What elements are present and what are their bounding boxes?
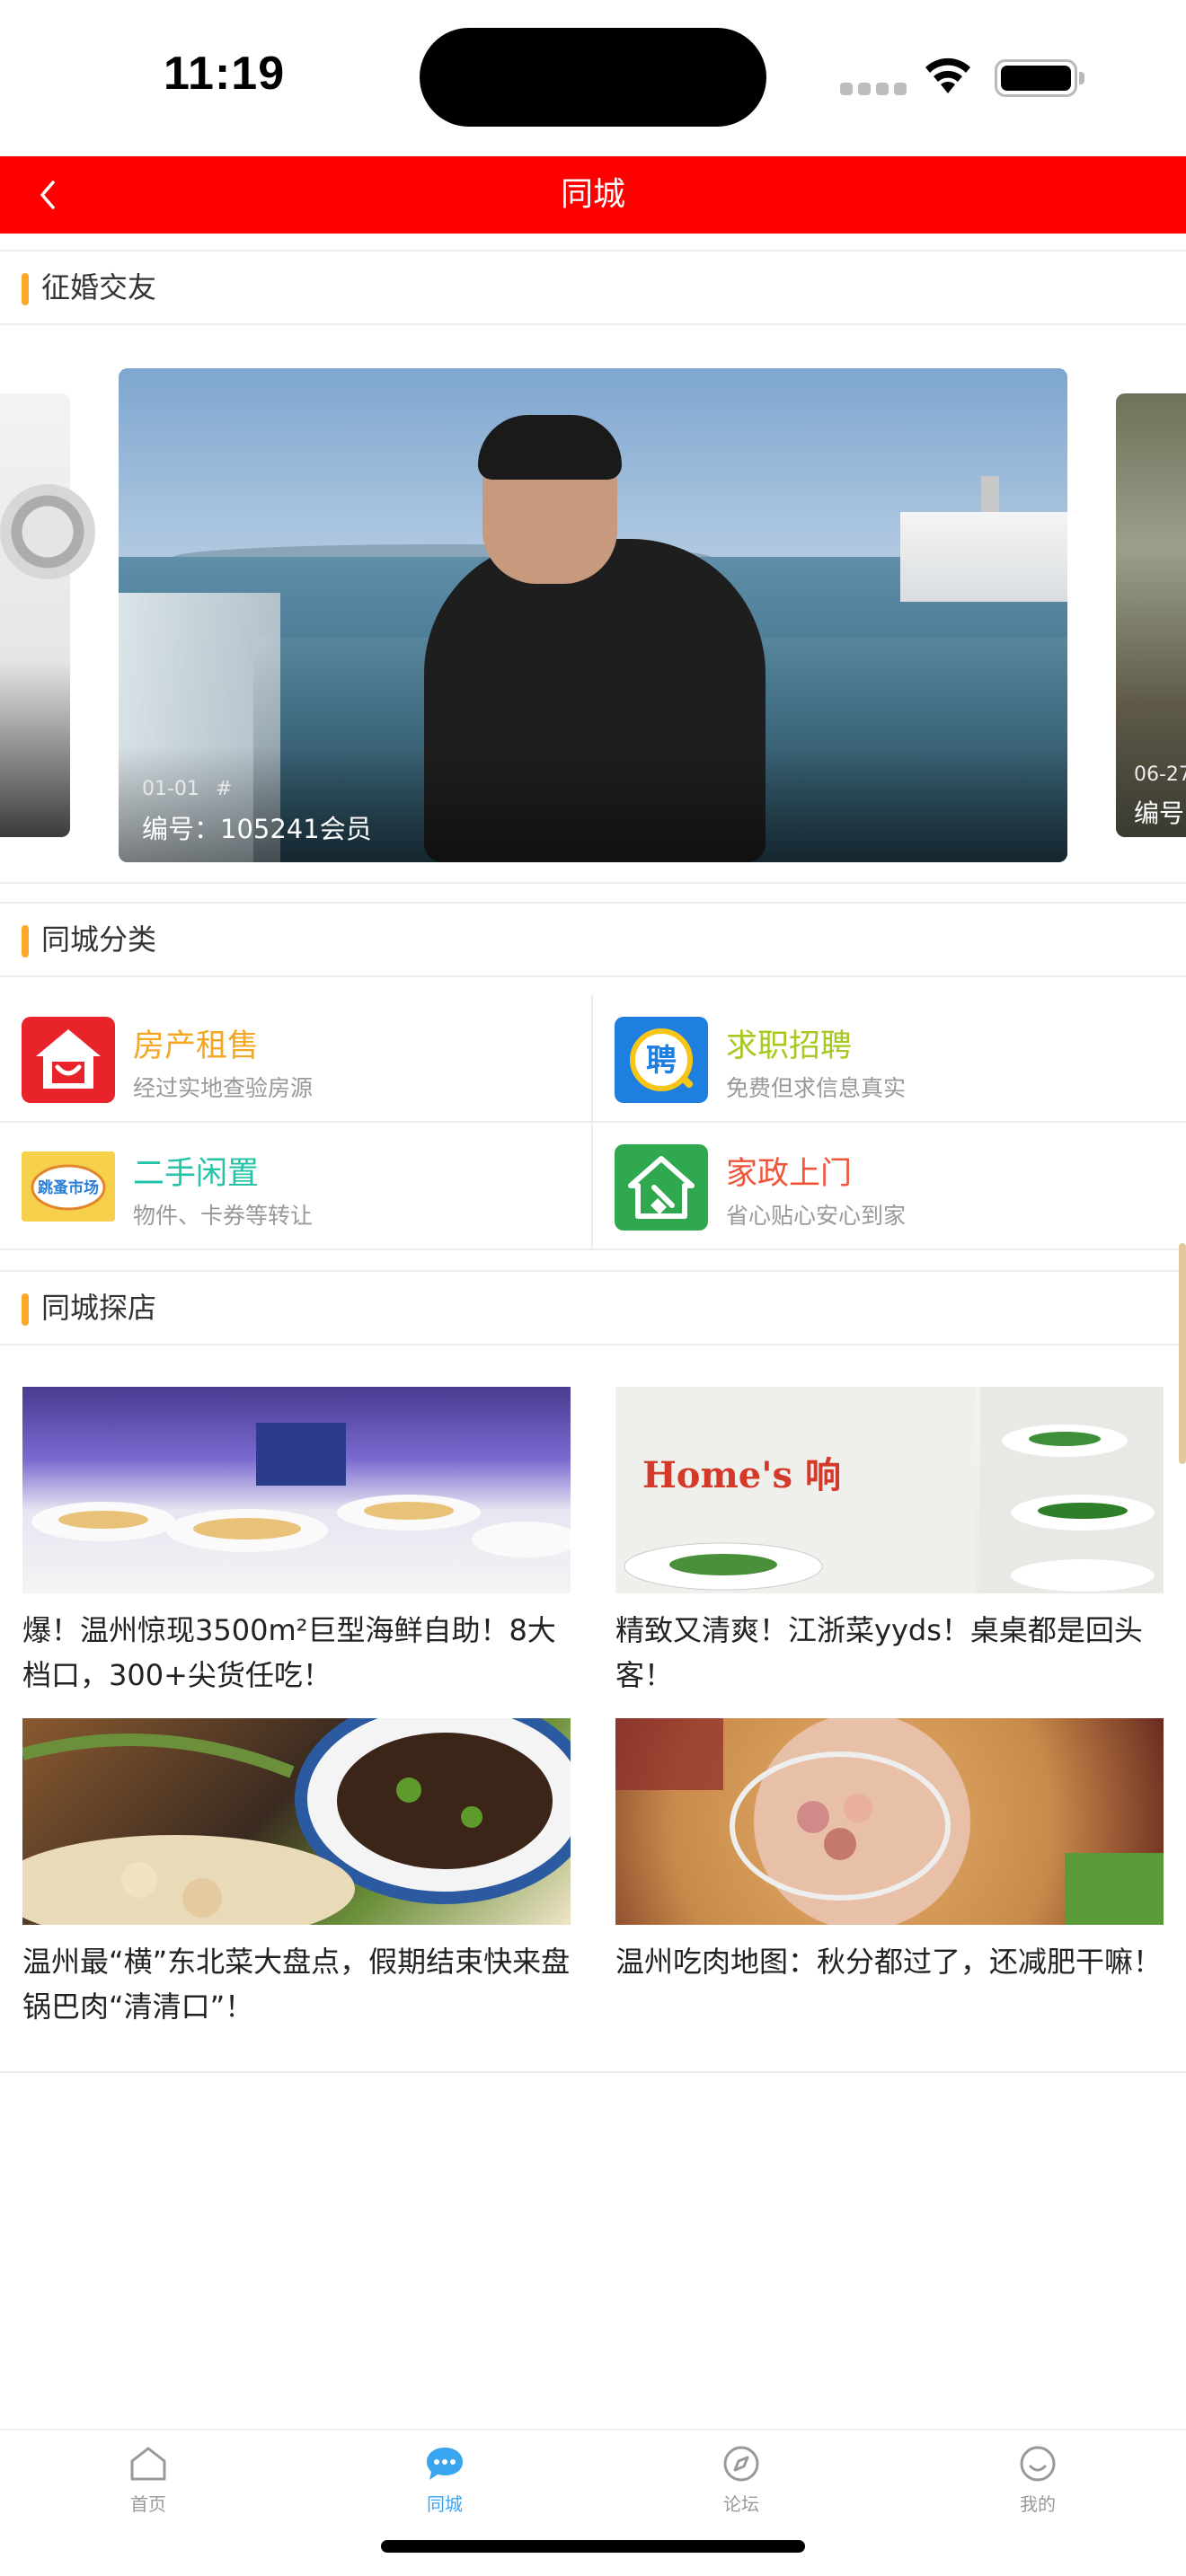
battery-icon (995, 59, 1084, 97)
section-title: 征婚交友 (41, 270, 157, 304)
section-header-marriage: 征婚交友 (0, 250, 1186, 325)
article-thumb-text: Home's 响 (642, 1454, 841, 1496)
slide-tag: # (216, 778, 233, 800)
carousel-slide-previous[interactable] (0, 393, 70, 837)
section-accent-bar (22, 925, 29, 957)
home-icon (58, 2441, 238, 2486)
category-housekeeping[interactable]: 家政上门 省心贴心安心到家 (593, 1123, 1186, 1250)
category-description: 免费但求信息真实 (726, 1075, 907, 1101)
housekeeping-icon (615, 1144, 708, 1231)
article-title: 温州最“横”东北菜大盘点，假期结束快来盘锅巴肉“清清口”！ (22, 1945, 571, 2024)
article-thumbnail (615, 1718, 1164, 1925)
tab-local[interactable]: 同城 (355, 2441, 535, 2516)
tab-label: 同城 (427, 2493, 463, 2515)
floating-assistive-button[interactable] (0, 484, 95, 579)
status-bar: 11:19 (0, 0, 1186, 156)
article-title: 爆！温州惊现3500m²巨型海鲜自助！8大档口，300+尖货任吃！ (22, 1613, 556, 1692)
chat-bubble-icon (355, 2441, 535, 2486)
slide-date: 06-27 (1134, 763, 1186, 786)
section-header-categories: 同城分类 (0, 902, 1186, 977)
section-accent-bar (22, 1293, 29, 1326)
profile-carousel[interactable]: 01-01 # 编号：105241会员 06-27 编号 (0, 327, 1186, 884)
job-recruit-icon: 聘 (615, 1017, 708, 1103)
slide-member-id: 编号 (1134, 798, 1185, 828)
category-description: 省心贴心安心到家 (726, 1203, 907, 1229)
page-title: 同城 (560, 176, 625, 213)
navigation-bar: 同城 (0, 156, 1186, 234)
article-title: 精致又清爽！江浙菜yyds！桌桌都是回头客！ (615, 1613, 1143, 1692)
section-title: 同城探店 (41, 1291, 157, 1325)
article-card[interactable]: 爆！温州惊现3500m²巨型海鲜自助！8大档口，300+尖货任吃！ (22, 1387, 571, 1698)
flea-market-icon: 跳蚤市场 (22, 1151, 115, 1222)
house-rental-icon (22, 1017, 115, 1103)
category-description: 物件、卡券等转让 (133, 1203, 314, 1229)
slide-date: 01-01 (142, 778, 199, 800)
section-header-shops: 同城探店 (0, 1270, 1186, 1345)
tab-forum[interactable]: 论坛 (651, 2441, 831, 2516)
tab-label: 我的 (1020, 2493, 1056, 2515)
category-flea-market[interactable]: 跳蚤市场 二手闲置 物件、卡券等转让 (0, 1123, 593, 1250)
category-description: 经过实地查验房源 (133, 1075, 314, 1101)
article-thumbnail (22, 1387, 571, 1593)
slide-member-id: 编号：105241会员 (142, 814, 372, 844)
category-grid: 房产租售 经过实地查验房源 聘 求职招聘 免费但求信息真实 跳蚤市场 二手闲置 … (0, 995, 1186, 1250)
category-name: 二手闲置 (133, 1156, 260, 1192)
article-title: 温州吃肉地图：秋分都过了，还减肥干嘛！ (615, 1945, 1163, 1979)
dynamic-island (420, 28, 766, 127)
category-job-recruit[interactable]: 聘 求职招聘 免费但求信息真实 (593, 995, 1186, 1123)
status-time: 11:19 (164, 48, 286, 100)
article-card[interactable]: 温州吃肉地图：秋分都过了，还减肥干嘛！ (615, 1718, 1164, 1984)
photo-building (900, 512, 1067, 602)
category-house-rental[interactable]: 房产租售 经过实地查验房源 (0, 995, 593, 1123)
cellular-signal-icon (840, 83, 907, 95)
tab-home[interactable]: 首页 (58, 2441, 238, 2516)
job-icon-char: 聘 (646, 1043, 677, 1079)
article-card[interactable]: 温州最“横”东北菜大盘点，假期结束快来盘锅巴肉“清清口”！ (22, 1718, 571, 2029)
article-grid: 爆！温州惊现3500m²巨型海鲜自助！8大档口，300+尖货任吃！ Home's… (0, 1365, 1186, 2073)
tab-label: 首页 (130, 2493, 166, 2515)
section-title: 同城分类 (41, 922, 157, 957)
category-name: 家政上门 (726, 1156, 853, 1192)
section-accent-bar (22, 273, 29, 305)
photo-person-hair (478, 415, 622, 480)
category-name: 求职招聘 (726, 1028, 853, 1064)
article-card[interactable]: Home's 响 精致又清爽！江浙菜yyds！桌桌都是回头客！ (615, 1387, 1164, 1698)
carousel-slide-current[interactable]: 01-01 # 编号：105241会员 (119, 368, 1067, 862)
bottom-tab-bar: 首页 同城 论坛 我的 (0, 2429, 1186, 2576)
compass-icon (651, 2441, 831, 2486)
article-thumbnail: Home's 响 (615, 1387, 1164, 1593)
flea-market-icon-text: 跳蚤市场 (38, 1178, 99, 1197)
tab-mine[interactable]: 我的 (948, 2441, 1128, 2516)
back-arrow-icon[interactable] (25, 172, 70, 217)
tab-label: 论坛 (723, 2493, 759, 2515)
wifi-icon (925, 57, 970, 93)
scrollbar[interactable] (1179, 1243, 1186, 1464)
smiley-icon (948, 2441, 1128, 2486)
carousel-slide-next[interactable]: 06-27 编号 (1116, 393, 1186, 837)
category-name: 房产租售 (133, 1028, 260, 1064)
home-indicator[interactable] (381, 2540, 805, 2553)
article-thumbnail (22, 1718, 571, 1925)
